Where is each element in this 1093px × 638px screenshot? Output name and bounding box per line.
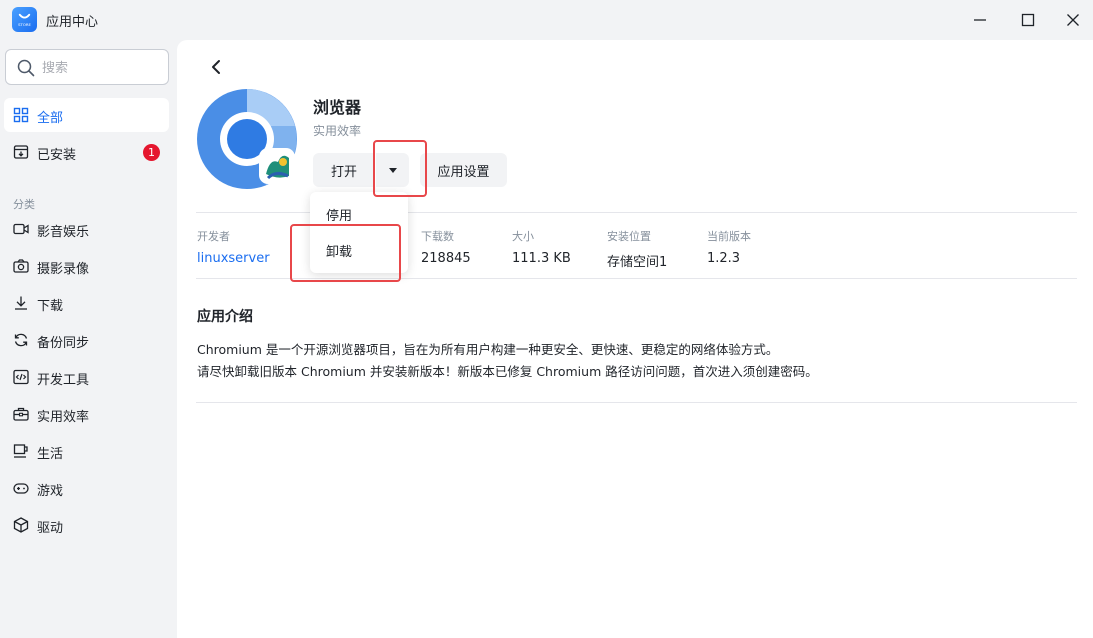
- sidebar-item-dev-tools[interactable]: 开发工具: [4, 360, 169, 394]
- app-store-logo-icon: STORE: [12, 7, 37, 32]
- intro-line: Chromium 是一个开源浏览器项目，旨在为所有用户构建一种更安全、更快速、更…: [197, 342, 779, 357]
- sidebar-item-label: 游戏: [37, 484, 64, 499]
- title-bar: STORE 应用中心: [0, 0, 1093, 40]
- sidebar-item-label: 驱动: [37, 521, 64, 536]
- app-center-window: STORE 应用中心 全部: [0, 0, 1093, 638]
- sidebar-item-label: 实用效率: [37, 410, 90, 425]
- window-title: 应用中心: [46, 15, 99, 30]
- info-install-location: 安装位置 存储空间1: [607, 228, 667, 270]
- app-category: 实用效率: [313, 124, 362, 138]
- camera-icon: [13, 258, 29, 274]
- toolbox-icon: [13, 406, 29, 422]
- developer-link[interactable]: linuxserver: [197, 251, 270, 266]
- app-settings-button[interactable]: 应用设置: [420, 153, 507, 187]
- sidebar-item-all[interactable]: 全部: [4, 98, 169, 132]
- minimize-button[interactable]: [968, 8, 992, 32]
- update-count-badge: 1: [143, 144, 160, 161]
- svg-text:STORE: STORE: [18, 22, 31, 27]
- sidebar-item-video-entertainment[interactable]: 影音娱乐: [4, 212, 169, 246]
- installed-box-icon: [13, 144, 29, 160]
- info-version: 当前版本 1.2.3: [707, 228, 751, 266]
- info-value: 1.2.3: [707, 251, 741, 266]
- sidebar-item-label: 已安装: [37, 148, 77, 163]
- sidebar-item-label: 开发工具: [37, 373, 90, 388]
- cube-icon: [13, 517, 29, 533]
- sync-icon: [13, 332, 29, 348]
- sidebar-item-label: 生活: [37, 447, 64, 462]
- info-key: 当前版本: [707, 230, 751, 243]
- intro-line: 请尽快卸载旧版本 Chromium 并安装新版本！新版本已修复 Chromium…: [197, 364, 818, 379]
- cup-icon: [13, 443, 29, 459]
- info-key: 开发者: [197, 230, 230, 243]
- category-section-label: 分类: [13, 198, 35, 211]
- search-box: [5, 49, 169, 85]
- sidebar: 全部 已安装 1 分类 影音娱乐 摄影录像 下载: [0, 40, 177, 638]
- info-value: 存储空间1: [607, 255, 668, 270]
- info-key: 安装位置: [607, 230, 651, 243]
- highlight-box-uninstall: [290, 224, 401, 282]
- grid-icon: [13, 107, 29, 123]
- sidebar-item-productivity[interactable]: 实用效率: [4, 397, 169, 431]
- highlight-box-more-button: [373, 140, 427, 197]
- info-key: 大小: [512, 230, 534, 243]
- sidebar-item-backup-sync[interactable]: 备份同步: [4, 323, 169, 357]
- close-icon: [1067, 14, 1079, 26]
- info-value: 111.3 KB: [512, 251, 571, 266]
- open-app-button[interactable]: 打开: [313, 153, 375, 187]
- video-camera-icon: [13, 221, 29, 237]
- sidebar-item-label: 下载: [37, 299, 64, 314]
- sidebar-item-label: 备份同步: [37, 336, 90, 351]
- intro-title: 应用介绍: [197, 309, 253, 325]
- info-size: 大小 111.3 KB: [512, 228, 571, 266]
- info-developer: 开发者 linuxserver: [197, 228, 270, 266]
- search-input[interactable]: [42, 58, 160, 78]
- sidebar-item-download[interactable]: 下载: [4, 286, 169, 320]
- info-value: 218845: [421, 251, 471, 266]
- app-detail-panel: 浏览器 实用效率 打开 应用设置 开发者 linuxserver 下载数 218…: [177, 40, 1093, 638]
- maximize-icon: [1021, 13, 1035, 27]
- chromium-app-icon: [197, 89, 297, 189]
- info-downloads: 下载数 218845: [421, 228, 471, 266]
- download-icon: [13, 295, 29, 311]
- chevron-left-icon: [212, 60, 220, 74]
- sidebar-item-games[interactable]: 游戏: [4, 471, 169, 505]
- code-icon: [13, 369, 29, 385]
- sidebar-item-installed[interactable]: 已安装 1: [4, 135, 169, 169]
- sidebar-item-photography[interactable]: 摄影录像: [4, 249, 169, 283]
- sidebar-item-label: 摄影录像: [37, 262, 90, 277]
- sidebar-item-drivers[interactable]: 驱动: [4, 508, 169, 542]
- maximize-button[interactable]: [1016, 8, 1040, 32]
- back-button[interactable]: [206, 56, 226, 78]
- info-key: 下载数: [421, 230, 454, 243]
- sidebar-item-label: 全部: [37, 111, 64, 126]
- app-name: 浏览器: [313, 98, 362, 117]
- sidebar-item-label: 影音娱乐: [37, 225, 90, 240]
- minimize-icon: [974, 19, 986, 21]
- search-icon: [17, 59, 35, 77]
- sidebar-item-life[interactable]: 生活: [4, 434, 169, 468]
- gamepad-icon: [13, 480, 29, 496]
- close-button[interactable]: [1061, 8, 1085, 32]
- divider: [196, 402, 1077, 403]
